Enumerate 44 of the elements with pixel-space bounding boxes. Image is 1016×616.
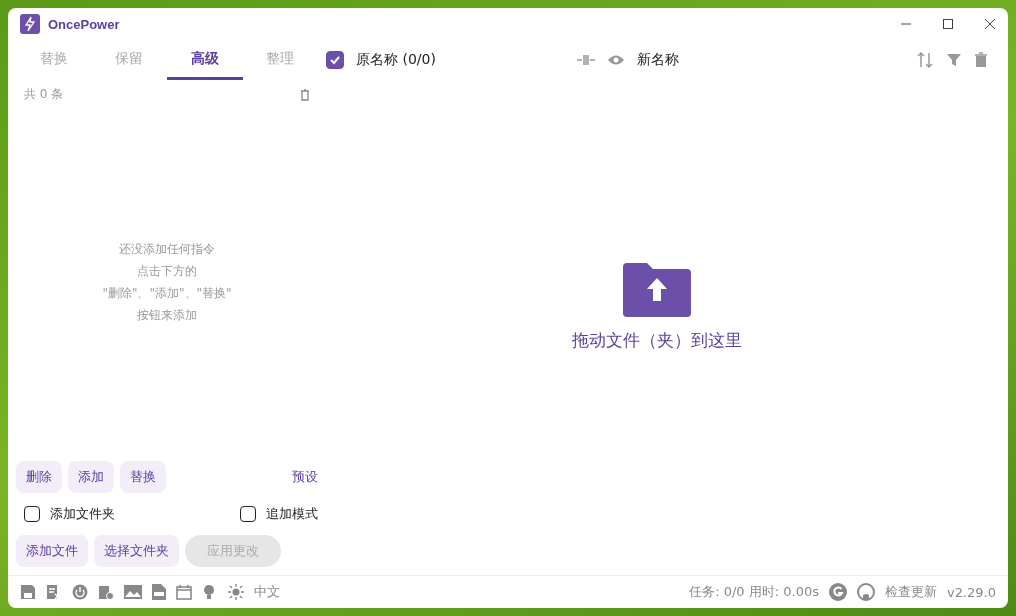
action-button[interactable]: 添加文件 (16, 535, 88, 567)
sort-icon[interactable] (916, 51, 934, 69)
language-label[interactable]: 中文 (254, 583, 280, 601)
presets-link[interactable]: 预设 (292, 468, 318, 486)
sun-icon[interactable] (228, 584, 244, 600)
drop-zone-text: 拖动文件（夹）到这里 (572, 329, 742, 352)
trash-icon[interactable] (974, 52, 988, 68)
checkbox[interactable] (24, 506, 40, 522)
task-stats: 任务: 0/0 用时: 0.00s (689, 583, 819, 601)
image-icon[interactable] (124, 585, 142, 599)
save-icon[interactable] (20, 584, 36, 600)
folder-upload-icon[interactable] (623, 263, 691, 317)
lightning-logo-icon (20, 14, 40, 34)
clipboard-clock-icon[interactable] (98, 584, 114, 600)
eye-icon[interactable] (607, 54, 626, 66)
action-button[interactable]: 选择文件夹 (94, 535, 179, 567)
checkbox[interactable] (240, 506, 256, 522)
close-icon[interactable] (984, 18, 996, 30)
empty-rules-hint: "删除"、"添加"、"替换" (102, 285, 232, 302)
power-icon[interactable] (72, 584, 88, 600)
rule-button[interactable]: 添加 (68, 461, 114, 493)
tab[interactable]: 高级 (167, 40, 243, 80)
original-name-label: 原名称 (0/0) (356, 51, 436, 69)
rule-button[interactable]: 替换 (120, 461, 166, 493)
checkbox-label: 追加模式 (266, 505, 318, 523)
checkbox-label: 添加文件夹 (50, 505, 115, 523)
rule-count: 共 0 条 (24, 86, 64, 103)
version-text: v2.29.0 (946, 584, 996, 600)
filter-icon[interactable] (946, 52, 962, 68)
empty-rules-hint: 按钮来添加 (137, 307, 197, 324)
checkbox[interactable] (326, 51, 344, 69)
empty-rules-hint: 点击下方的 (137, 263, 197, 280)
check-updates-link[interactable]: 检查更新 (884, 583, 937, 601)
g-logo-icon[interactable] (828, 583, 847, 601)
github-icon[interactable] (856, 583, 875, 601)
trash-icon[interactable] (300, 88, 310, 101)
csv-file-icon[interactable] (152, 584, 166, 600)
empty-rules-hint: 还没添加任何指令 (119, 241, 215, 258)
rule-button[interactable]: 删除 (16, 461, 62, 493)
new-name-label: 新名称 (637, 51, 680, 69)
split-icon[interactable] (577, 54, 596, 66)
maximize-icon[interactable] (942, 18, 954, 30)
window-title: OncePower (48, 16, 120, 32)
calendar-icon[interactable] (176, 584, 192, 600)
